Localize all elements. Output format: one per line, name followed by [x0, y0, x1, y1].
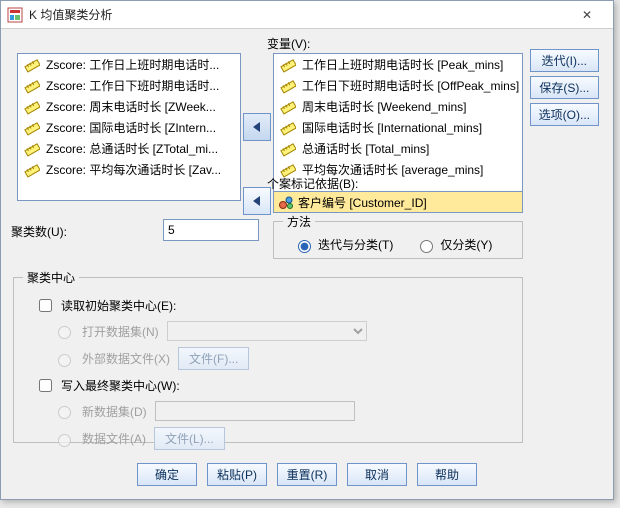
- open-dataset-row: 打开数据集(N): [53, 321, 501, 341]
- write-final-checkbox[interactable]: 写入最终聚类中心(W):: [35, 376, 501, 395]
- list-item[interactable]: Zscore: 工作日下班时期电话时...: [18, 75, 240, 96]
- scale-icon: [24, 120, 40, 136]
- scale-icon: [24, 141, 40, 157]
- radio-iter-classify[interactable]: [298, 240, 311, 253]
- label-variables: 变量(V):: [267, 35, 310, 52]
- paste-button[interactable]: 粘贴(P): [207, 463, 267, 486]
- cancel-button[interactable]: 取消: [347, 463, 407, 486]
- method-group: 方法 迭代与分类(T) 仅分类(Y): [273, 213, 523, 259]
- list-item[interactable]: 周末电话时长 [Weekend_mins]: [274, 96, 522, 117]
- label-case: 个案标记依据(B):: [267, 175, 358, 192]
- read-initial-checkbox[interactable]: 读取初始聚类中心(E):: [35, 296, 501, 315]
- label-clusters: 聚类数(U):: [11, 223, 67, 240]
- kmeans-dialog: K 均值聚类分析 ✕ 迭代(I)... 保存(S)... 选项(O)... 变量…: [0, 0, 614, 500]
- close-button[interactable]: ✕: [567, 4, 607, 26]
- scale-icon: [280, 78, 296, 94]
- bottom-button-row: 确定 粘贴(P) 重置(R) 取消 帮助: [11, 459, 603, 489]
- nominal-icon: [278, 194, 294, 210]
- method-iterate-classify[interactable]: 迭代与分类(T): [293, 236, 393, 253]
- file-button-1: 文件(F)...: [178, 347, 249, 370]
- data-file-row: 数据文件(A) 文件(L)...: [53, 427, 501, 450]
- center-legend: 聚类中心: [23, 269, 79, 286]
- scale-icon: [24, 57, 40, 73]
- scale-icon: [24, 99, 40, 115]
- scale-icon: [280, 141, 296, 157]
- radio-open-dataset: [58, 326, 71, 339]
- new-dataset-row: 新数据集(D): [53, 401, 501, 421]
- scale-icon: [280, 120, 296, 136]
- radio-new-dataset: [58, 406, 71, 419]
- save-button[interactable]: 保存(S)...: [530, 76, 599, 99]
- list-item[interactable]: 工作日上班时期电话时长 [Peak_mins]: [274, 54, 522, 75]
- clusters-input[interactable]: [163, 219, 259, 241]
- titlebar[interactable]: K 均值聚类分析 ✕: [1, 1, 613, 29]
- ok-button[interactable]: 确定: [137, 463, 197, 486]
- options-button[interactable]: 选项(O)...: [530, 103, 599, 126]
- method-classify-only[interactable]: 仅分类(Y): [415, 236, 492, 253]
- list-item[interactable]: Zscore: 平均每次通话时长 [Zav...: [18, 159, 240, 180]
- target-variable-list[interactable]: 工作日上班时期电话时长 [Peak_mins] 工作日下班时期电话时长 [Off…: [273, 53, 523, 195]
- iterate-button[interactable]: 迭代(I)...: [530, 49, 599, 72]
- method-legend: 方法: [283, 213, 315, 230]
- list-item[interactable]: Zscore: 国际电话时长 [ZIntern...: [18, 117, 240, 138]
- list-item[interactable]: Zscore: 工作日上班时期电话时...: [18, 54, 240, 75]
- radio-external-file: [58, 354, 71, 367]
- help-button[interactable]: 帮助: [417, 463, 477, 486]
- file-button-2: 文件(L)...: [154, 427, 225, 450]
- arrow-left-icon: [250, 194, 264, 208]
- scale-icon: [24, 162, 40, 178]
- close-icon: ✕: [582, 8, 592, 22]
- move-to-variables-button[interactable]: [243, 113, 271, 141]
- scale-icon: [280, 57, 296, 73]
- scale-icon: [280, 99, 296, 115]
- open-dataset-select: [167, 321, 367, 341]
- chk-read-initial[interactable]: [39, 299, 52, 312]
- list-item[interactable]: 国际电话时长 [International_mins]: [274, 117, 522, 138]
- scale-icon: [24, 78, 40, 94]
- radio-classify-only[interactable]: [420, 240, 433, 253]
- cluster-center-group: 聚类中心 读取初始聚类中心(E): 打开数据集(N) 外部数据文件(X) 文件(…: [13, 269, 523, 443]
- app-icon: [7, 7, 23, 23]
- list-item[interactable]: Zscore: 周末电话时长 [ZWeek...: [18, 96, 240, 117]
- dialog-title: K 均值聚类分析: [29, 6, 112, 23]
- list-item[interactable]: 总通话时长 [Total_mins]: [274, 138, 522, 159]
- list-item[interactable]: Zscore: 总通话时长 [ZTotal_mi...: [18, 138, 240, 159]
- external-file-row: 外部数据文件(X) 文件(F)...: [53, 347, 501, 370]
- reset-button[interactable]: 重置(R): [277, 463, 337, 486]
- arrow-left-icon: [250, 120, 264, 134]
- list-item[interactable]: 工作日下班时期电话时长 [OffPeak_mins]: [274, 75, 522, 96]
- radio-data-file: [58, 434, 71, 447]
- case-label-value: 客户编号 [Customer_ID]: [298, 194, 427, 211]
- move-to-case-button[interactable]: [243, 187, 271, 215]
- new-dataset-input: [155, 401, 355, 421]
- chk-write-final[interactable]: [39, 379, 52, 392]
- source-variable-list[interactable]: Zscore: 工作日上班时期电话时... Zscore: 工作日下班时期电话时…: [17, 53, 241, 201]
- case-label-field[interactable]: 客户编号 [Customer_ID]: [273, 191, 523, 213]
